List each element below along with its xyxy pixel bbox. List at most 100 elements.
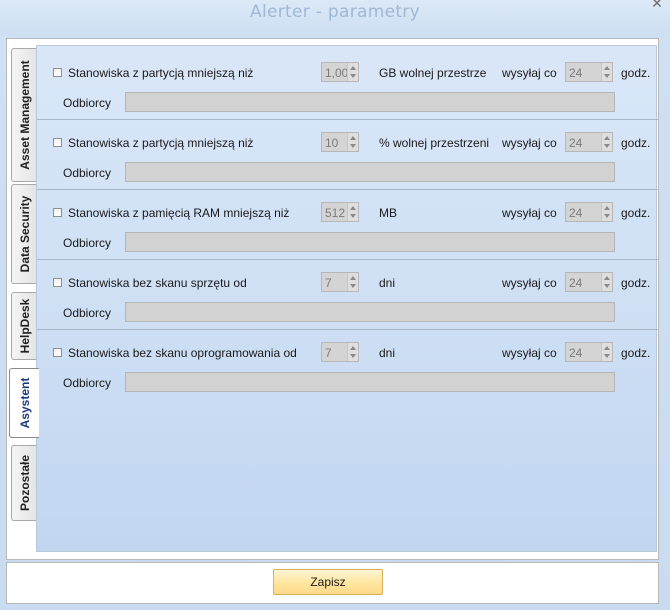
- alert-enable-checkbox[interactable]: [53, 68, 62, 77]
- alert-row: Stanowiska z partycją mniejszą niż 1,00 …: [37, 50, 658, 120]
- threshold-unit: GB wolnej przestrze: [379, 66, 487, 80]
- stepper-arrows: [347, 203, 358, 221]
- dialog-footer: Zapisz: [6, 562, 659, 604]
- tab-strip: Asset Management Data Security HelpDesk …: [6, 38, 39, 560]
- tab-label: Asystent: [17, 377, 32, 429]
- threshold-stepper[interactable]: 512: [321, 202, 359, 222]
- alert-row: Stanowiska bez skanu sprzętu od 7 dni wy…: [37, 260, 658, 330]
- tab-asystent[interactable]: Asystent: [9, 368, 39, 438]
- send-interval-value: 24: [569, 206, 583, 220]
- tab-data-security[interactable]: Data Security: [11, 184, 38, 284]
- chevron-down-icon[interactable]: [604, 214, 610, 218]
- tab-label: Data Security: [18, 195, 32, 273]
- close-icon[interactable]: ✕: [650, 0, 664, 10]
- send-interval-unit: godz.: [621, 276, 651, 290]
- alert-enable-checkbox[interactable]: [53, 278, 62, 287]
- alert-enable-checkbox[interactable]: [53, 208, 62, 217]
- send-interval-unit: godz.: [621, 346, 651, 360]
- recipients-field[interactable]: [125, 372, 615, 392]
- send-interval-stepper[interactable]: 24: [565, 202, 613, 222]
- alert-condition-label: Stanowiska bez skanu sprzętu od: [68, 276, 247, 290]
- send-interval-value: 24: [569, 66, 583, 80]
- chevron-down-icon[interactable]: [350, 284, 356, 288]
- chevron-up-icon[interactable]: [350, 276, 356, 280]
- recipients-field[interactable]: [125, 302, 615, 322]
- send-interval-stepper[interactable]: 24: [565, 342, 613, 362]
- tab-label: HelpDesk: [18, 298, 32, 354]
- alert-row: Stanowiska bez skanu oprogramowania od 7…: [37, 330, 658, 400]
- chevron-down-icon[interactable]: [350, 144, 356, 148]
- alert-condition-label: Stanowiska z partycją mniejszą niż: [68, 136, 254, 150]
- tab-label: Asset Management: [18, 60, 32, 170]
- chevron-down-icon[interactable]: [604, 144, 610, 148]
- send-interval-stepper[interactable]: 24: [565, 62, 613, 82]
- recipients-field[interactable]: [125, 232, 615, 252]
- chevron-down-icon[interactable]: [350, 74, 356, 78]
- send-interval-stepper[interactable]: 24: [565, 132, 613, 152]
- alert-condition-label: Stanowiska z partycją mniejszą niż: [68, 66, 254, 80]
- send-interval-value: 24: [569, 276, 583, 290]
- send-interval-value: 24: [569, 346, 583, 360]
- threshold-stepper[interactable]: 7: [321, 342, 359, 362]
- chevron-down-icon[interactable]: [604, 74, 610, 78]
- send-interval-label: wysyłaj co: [502, 136, 557, 150]
- alert-enable-checkbox[interactable]: [53, 348, 62, 357]
- tab-helpdesk[interactable]: HelpDesk: [11, 292, 38, 360]
- threshold-stepper[interactable]: 1,00: [321, 62, 359, 82]
- window-title: Alerter - parametry: [250, 2, 420, 22]
- threshold-unit: dni: [379, 346, 396, 360]
- recipients-label: Odbiorcy: [63, 306, 112, 320]
- threshold-stepper[interactable]: 7: [321, 272, 359, 292]
- send-interval-label: wysyłaj co: [502, 206, 557, 220]
- recipients-field[interactable]: [125, 92, 615, 112]
- recipients-label: Odbiorcy: [63, 166, 112, 180]
- send-interval-label: wysyłaj co: [502, 276, 557, 290]
- chevron-up-icon[interactable]: [604, 136, 610, 140]
- stepper-arrows: [601, 343, 612, 361]
- save-button[interactable]: Zapisz: [273, 569, 383, 595]
- stepper-arrows: [601, 203, 612, 221]
- chevron-up-icon[interactable]: [604, 66, 610, 70]
- chevron-up-icon[interactable]: [604, 206, 610, 210]
- chevron-down-icon[interactable]: [350, 214, 356, 218]
- recipients-label: Odbiorcy: [63, 96, 112, 110]
- tab-label: Pozostałe: [18, 454, 32, 512]
- chevron-down-icon[interactable]: [604, 354, 610, 358]
- threshold-value: 7: [325, 276, 332, 290]
- chevron-down-icon[interactable]: [604, 284, 610, 288]
- threshold-value: 1,00: [325, 66, 349, 80]
- tab-asset-management[interactable]: Asset Management: [11, 48, 38, 182]
- stepper-arrows: [601, 63, 612, 81]
- threshold-unit: dni: [379, 276, 396, 290]
- alert-condition-label: Stanowiska bez skanu oprogramowania od: [68, 346, 297, 360]
- threshold-value: 7: [325, 346, 332, 360]
- chevron-up-icon[interactable]: [350, 206, 356, 210]
- send-interval-unit: godz.: [621, 66, 651, 80]
- chevron-up-icon[interactable]: [350, 346, 356, 350]
- threshold-value: 512: [325, 206, 346, 220]
- chevron-up-icon[interactable]: [350, 66, 356, 70]
- send-interval-label: wysyłaj co: [502, 346, 557, 360]
- alert-condition-label: Stanowiska z pamięcią RAM mniejszą niż: [68, 206, 290, 220]
- alert-enable-checkbox[interactable]: [53, 138, 62, 147]
- tab-pozostale[interactable]: Pozostałe: [11, 445, 38, 521]
- stepper-arrows: [347, 133, 358, 151]
- recipients-label: Odbiorcy: [63, 376, 112, 390]
- chevron-down-icon[interactable]: [350, 354, 356, 358]
- send-interval-label: wysyłaj co: [502, 66, 557, 80]
- alert-row: Stanowiska z partycją mniejszą niż 10 % …: [37, 120, 658, 190]
- chevron-up-icon[interactable]: [604, 346, 610, 350]
- threshold-unit: % wolnej przestrzeni: [379, 136, 490, 150]
- threshold-stepper[interactable]: 10: [321, 132, 359, 152]
- recipients-field[interactable]: [125, 162, 615, 182]
- threshold-value: 10: [325, 136, 339, 150]
- send-interval-unit: godz.: [621, 206, 651, 220]
- stepper-arrows: [601, 273, 612, 291]
- alert-row: Stanowiska z pamięcią RAM mniejszą niż 5…: [37, 190, 658, 260]
- stepper-arrows: [347, 63, 358, 81]
- alert-settings-panel: Stanowiska z partycją mniejszą niż 1,00 …: [36, 45, 658, 552]
- chevron-up-icon[interactable]: [604, 276, 610, 280]
- chevron-up-icon[interactable]: [350, 136, 356, 140]
- dialog-window: Alerter - parametry ✕ Asset Management D…: [0, 0, 670, 610]
- send-interval-stepper[interactable]: 24: [565, 272, 613, 292]
